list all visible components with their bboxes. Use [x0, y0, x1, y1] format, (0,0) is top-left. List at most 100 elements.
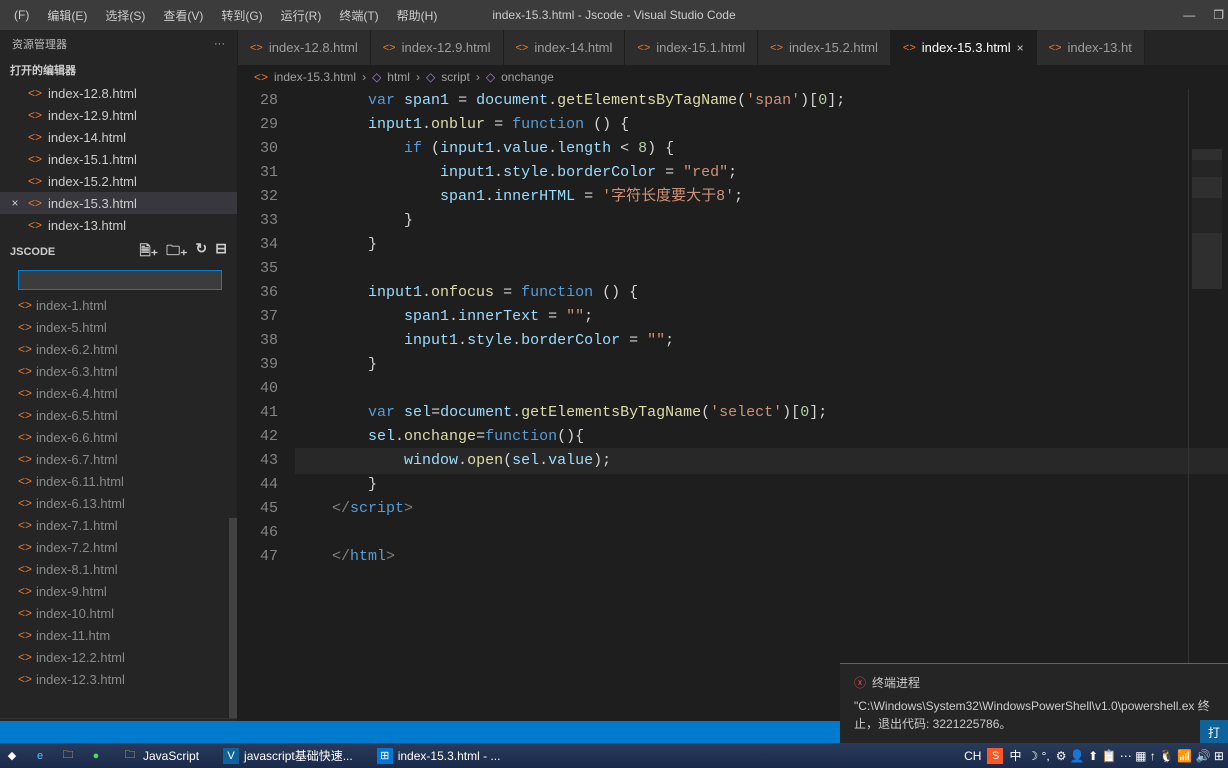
- code-line[interactable]: }: [296, 473, 1228, 497]
- open-editor-item[interactable]: ×<>index-15.3.html: [0, 192, 237, 214]
- html-file-icon: <>: [516, 42, 529, 54]
- tree-file-item[interactable]: <>index-6.7.html: [0, 448, 237, 470]
- close-icon[interactable]: ×: [1017, 41, 1024, 55]
- sogou-icon[interactable]: S: [987, 748, 1003, 764]
- menu-view[interactable]: 查看(V): [154, 1, 212, 30]
- open-editor-item[interactable]: <>index-14.html: [0, 126, 237, 148]
- tree-file-item[interactable]: <>index-6.13.html: [0, 492, 237, 514]
- line-number: 43: [238, 449, 278, 473]
- editor-tab[interactable]: <>index-15.1.html: [625, 30, 758, 65]
- tree-file-item[interactable]: <>index-12.2.html: [0, 646, 237, 668]
- editor-tab[interactable]: <>index-15.2.html: [758, 30, 891, 65]
- code-line[interactable]: </html>: [296, 545, 1228, 569]
- line-number: 36: [238, 281, 278, 305]
- code-line[interactable]: [296, 521, 1228, 545]
- code-line[interactable]: sel.onchange=function(){: [296, 425, 1228, 449]
- edge-icon[interactable]: e: [32, 748, 48, 764]
- taskbar-item[interactable]: Vjavascript基础快速...: [217, 745, 359, 766]
- window-title: index-15.3.html - Jscode - Visual Studio…: [492, 8, 735, 22]
- tree-file-item[interactable]: <>index-6.5.html: [0, 404, 237, 426]
- tree-file-item[interactable]: <>index-7.1.html: [0, 514, 237, 536]
- notification-action-button[interactable]: 打: [1200, 720, 1228, 745]
- open-editor-item[interactable]: <>index-15.1.html: [0, 148, 237, 170]
- new-folder-icon[interactable]: 🗀₊: [166, 240, 187, 264]
- tree-file-item[interactable]: <>index-9.html: [0, 580, 237, 602]
- open-editor-item[interactable]: <>index-15.2.html: [0, 170, 237, 192]
- app-icon[interactable]: ●: [88, 748, 104, 764]
- tree-file-item[interactable]: <>index-6.6.html: [0, 426, 237, 448]
- code-line[interactable]: }: [296, 353, 1228, 377]
- editor-tab[interactable]: <>index-12.9.html: [371, 30, 504, 65]
- tree-file-item[interactable]: <>index-8.1.html: [0, 558, 237, 580]
- code-line[interactable]: input1.onblur = function () {: [296, 113, 1228, 137]
- open-editor-item[interactable]: <>index-12.8.html: [0, 82, 237, 104]
- menu-go[interactable]: 转到(G): [212, 1, 271, 30]
- line-number: 40: [238, 377, 278, 401]
- editor-tab[interactable]: <>index-12.8.html: [238, 30, 371, 65]
- open-editor-item[interactable]: <>index-13.html: [0, 214, 237, 236]
- html-file-icon: <>: [28, 130, 42, 144]
- code-line[interactable]: }: [296, 209, 1228, 233]
- line-number: 30: [238, 137, 278, 161]
- editor-tab[interactable]: <>index-15.3.html×: [891, 30, 1037, 65]
- error-icon: ⓧ: [854, 674, 866, 691]
- sidebar-scrollbar[interactable]: [229, 518, 237, 718]
- tree-file-item[interactable]: <>index-5.html: [0, 316, 237, 338]
- collapse-icon[interactable]: ⊟: [215, 240, 227, 264]
- code-line[interactable]: }: [296, 233, 1228, 257]
- new-file-input[interactable]: [18, 270, 222, 290]
- minimize-icon[interactable]: —: [1183, 8, 1195, 22]
- code-line[interactable]: input1.onfocus = function () {: [296, 281, 1228, 305]
- menu-selection[interactable]: 选择(S): [96, 1, 154, 30]
- close-icon[interactable]: ×: [8, 196, 22, 210]
- open-editor-item[interactable]: <>index-12.9.html: [0, 104, 237, 126]
- minimap-area[interactable]: [1188, 89, 1228, 743]
- new-file-icon[interactable]: 🗎₊: [139, 240, 158, 264]
- menu-file[interactable]: (F): [5, 2, 38, 28]
- breadcrumbs[interactable]: <> index-15.3.html › ◇ html › ◇ script ›…: [238, 65, 1228, 89]
- tree-file-item[interactable]: <>index-10.html: [0, 602, 237, 624]
- tree-file-item[interactable]: <>index-6.2.html: [0, 338, 237, 360]
- code-line[interactable]: [296, 257, 1228, 281]
- ime-mode[interactable]: 中: [1009, 747, 1021, 764]
- refresh-icon[interactable]: ↻: [196, 240, 208, 264]
- tray-icons[interactable]: ☽ °,: [1028, 749, 1050, 763]
- menu-edit[interactable]: 编辑(E): [38, 1, 96, 30]
- taskbar-item[interactable]: ⊞index-15.3.html - ...: [371, 746, 507, 766]
- editor-tab[interactable]: <>index-13.ht: [1037, 30, 1145, 65]
- editor-tab[interactable]: <>index-14.html: [504, 30, 626, 65]
- minimap[interactable]: [1192, 149, 1222, 289]
- tree-file-item[interactable]: <>index-7.2.html: [0, 536, 237, 558]
- tree-file-item[interactable]: <>index-6.4.html: [0, 382, 237, 404]
- ime-indicator[interactable]: CH: [964, 749, 981, 763]
- tree-file-item[interactable]: <>index-11.htm: [0, 624, 237, 646]
- menu-run[interactable]: 运行(R): [272, 1, 331, 30]
- code-line[interactable]: window.open(sel.value);: [296, 449, 1228, 473]
- code-line[interactable]: var sel=document.getElementsByTagName('s…: [296, 401, 1228, 425]
- more-icon[interactable]: ···: [214, 38, 225, 50]
- tree-file-item[interactable]: <>index-12.3.html: [0, 668, 237, 690]
- tree-file-item[interactable]: <>index-6.11.html: [0, 470, 237, 492]
- tree-file-item[interactable]: <>index-6.3.html: [0, 360, 237, 382]
- tray-more[interactable]: ⚙ 👤 ⬆ 📋 ⋯ ▦ ↑ 🐧 📶 🔊 ⊞: [1056, 749, 1224, 763]
- tree-file-item[interactable]: <>index-1.html: [0, 294, 237, 316]
- code-line[interactable]: var span1 = document.getElementsByTagNam…: [296, 89, 1228, 113]
- html-file-icon: <>: [18, 386, 32, 400]
- taskbar-item[interactable]: 🗀JavaScript: [116, 746, 205, 766]
- code-line[interactable]: [296, 377, 1228, 401]
- menu-terminal[interactable]: 终端(T): [330, 1, 387, 30]
- restore-icon[interactable]: ❐: [1213, 8, 1224, 22]
- start-icon[interactable]: ◆: [4, 748, 20, 764]
- code-line[interactable]: </script>: [296, 497, 1228, 521]
- open-editors-header[interactable]: 打开的编辑器: [0, 58, 237, 82]
- folder-icon[interactable]: 🗀: [60, 748, 76, 764]
- menu-help[interactable]: 帮助(H): [388, 1, 447, 30]
- folder-header[interactable]: JSCODE 🗎₊ 🗀₊ ↻ ⊟: [0, 236, 237, 268]
- code-line[interactable]: input1.style.borderColor = "red";: [296, 161, 1228, 185]
- code-editor[interactable]: 2829303132333435363738394041424344454647…: [238, 89, 1228, 743]
- code-line[interactable]: span1.innerHTML = '字符长度要大于8';: [296, 185, 1228, 209]
- code-line[interactable]: if (input1.value.length < 8) {: [296, 137, 1228, 161]
- code-line[interactable]: span1.innerText = "";: [296, 305, 1228, 329]
- html-file-icon: <>: [18, 364, 32, 378]
- code-line[interactable]: input1.style.borderColor = "";: [296, 329, 1228, 353]
